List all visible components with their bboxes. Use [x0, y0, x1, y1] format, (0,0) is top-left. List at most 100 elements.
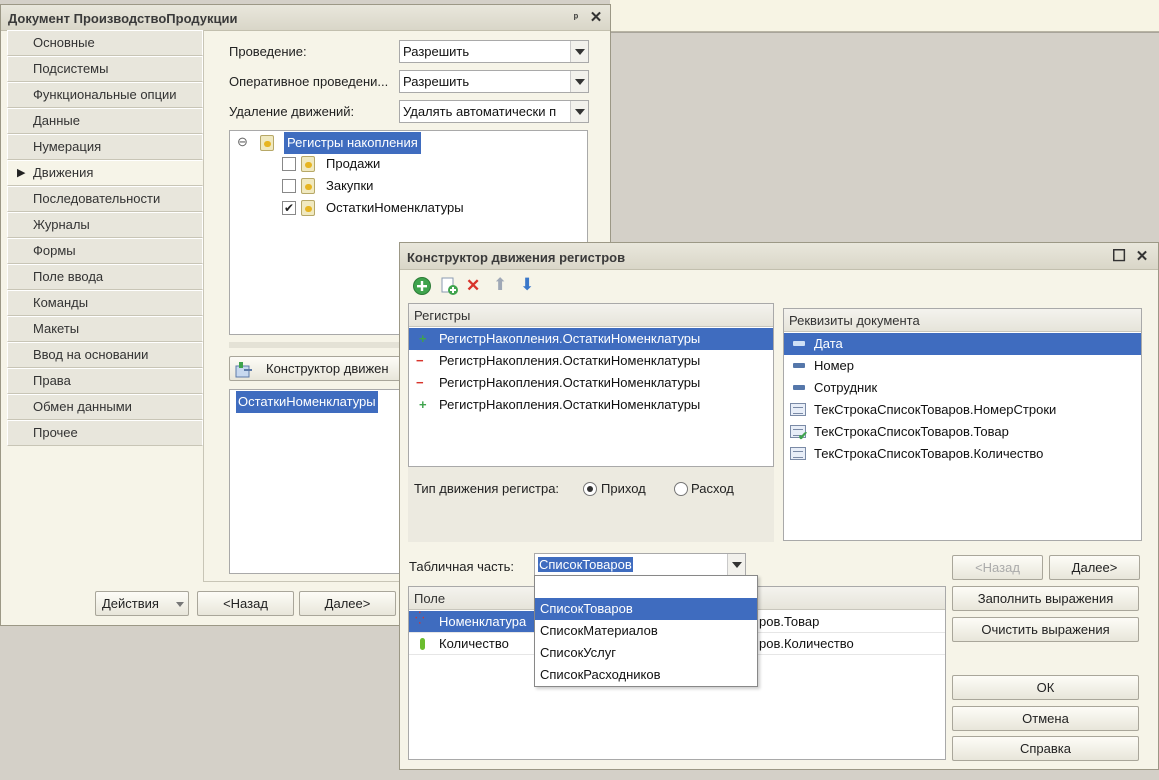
help-button[interactable]: Справка — [952, 736, 1139, 761]
movements-list-item[interactable]: ОстаткиНоменклатуры — [236, 391, 378, 413]
sidebar-item-posledovatelnosti[interactable]: Последовательности — [7, 186, 203, 212]
attribute-row[interactable]: ТекСтрокаСписокТоваров.НомерСтроки — [784, 399, 1141, 421]
ok-button[interactable]: ОК — [952, 675, 1139, 700]
splitter[interactable] — [229, 342, 404, 348]
collapse-icon[interactable]: ⊖ — [237, 134, 248, 150]
cancel-button[interactable]: Отмена — [952, 706, 1139, 731]
register-row[interactable]: + РегистрНакопления.ОстаткиНоменклатуры — [409, 394, 773, 416]
sidebar-item-pole-vvoda[interactable]: Поле ввода — [7, 264, 203, 290]
checkbox-ostatki[interactable]: ✔ — [282, 201, 296, 215]
sidebar-item-obmen-dannymi[interactable]: Обмен данными — [7, 394, 203, 420]
chevron-down-icon[interactable] — [570, 41, 588, 62]
fill-expressions-button[interactable]: Заполнить выражения — [952, 586, 1139, 611]
radio-expense[interactable] — [674, 482, 688, 496]
attribute-row[interactable]: ТекСтрокаСписокТоваров.Количество — [784, 443, 1141, 465]
field-name: Количество — [439, 636, 509, 651]
background-strip — [610, 0, 1159, 32]
sidebar-item-makety[interactable]: Макеты — [7, 316, 203, 342]
pin-icon[interactable]: ᵖ — [567, 9, 585, 27]
copy-add-icon[interactable] — [439, 276, 459, 296]
delete-movements-select[interactable]: Удалять автоматически п — [399, 100, 589, 123]
sidebar-item-label: Команды — [33, 295, 89, 310]
register-row-label: РегистрНакопления.ОстаткиНоменклатуры — [439, 331, 701, 346]
sidebar-item-numeraciya[interactable]: Нумерация — [7, 134, 203, 160]
dropdown-option[interactable]: СписокРасходников — [535, 664, 757, 686]
tree-item-prodazhi[interactable]: Продажи — [326, 153, 380, 175]
constructor-button[interactable]: Конструктор движен — [229, 356, 401, 381]
attribute-icon — [793, 341, 805, 346]
dropdown-option[interactable]: СписокМатериалов — [535, 620, 757, 642]
dropdown-option[interactable]: СписокТоваров — [535, 598, 757, 620]
checkbox-prodazhi[interactable] — [282, 157, 296, 171]
sidebar-item-formy[interactable]: Формы — [7, 238, 203, 264]
document-attributes-header: Реквизиты документа — [784, 309, 1141, 332]
posting-label: Проведение: — [229, 44, 307, 59]
attribute-row[interactable]: ✔ ТекСтрокаСписокТоваров.Товар — [784, 421, 1141, 443]
background-divider — [610, 32, 1159, 33]
close-icon[interactable]: ✕ — [1133, 248, 1151, 266]
attribute-row[interactable]: Номер — [784, 355, 1141, 377]
sidebar-item-label: Прочее — [33, 425, 78, 440]
realtime-posting-select[interactable]: Разрешить — [399, 70, 589, 93]
chevron-down-icon[interactable] — [727, 554, 745, 575]
attribute-row-label: Номер — [814, 358, 855, 373]
dropdown-option[interactable]: СписокУслуг — [535, 642, 757, 664]
next-button[interactable]: Далее> — [299, 591, 396, 616]
tree-item-ostatki[interactable]: ОстаткиНоменклатуры — [326, 197, 464, 219]
sidebar-item-osnovnye[interactable]: Основные — [7, 30, 203, 56]
move-up-icon[interactable]: ⬆ — [493, 275, 507, 295]
attribute-row[interactable]: Сотрудник — [784, 377, 1141, 399]
move-down-icon[interactable]: ⬇ — [520, 275, 534, 295]
sidebar-item-funkcionalnye-opcii[interactable]: Функциональные опции — [7, 82, 203, 108]
income-icon: + — [419, 331, 427, 346]
document-attributes-table: Реквизиты документа Дата Номер Сотрудник… — [783, 308, 1142, 541]
constructor-titlebar: Конструктор движения регистров ☐ ✕ — [400, 243, 1158, 270]
tabular-part-select[interactable]: СписокТоваров — [534, 553, 746, 576]
delete-movements-label: Удаление движений: — [229, 104, 355, 119]
tree-item-zakupki[interactable]: Закупки — [326, 175, 373, 197]
chevron-down-icon[interactable] — [570, 101, 588, 122]
dialog-back-button[interactable]: <Назад — [952, 555, 1043, 580]
radio-income-label[interactable]: Приход — [601, 481, 646, 496]
maximize-icon[interactable]: ☐ — [1110, 248, 1128, 266]
sidebar-item-prava[interactable]: Права — [7, 368, 203, 394]
attribute-row-label: ТекСтрокаСписокТоваров.Товар — [814, 424, 1009, 439]
register-icon — [301, 156, 315, 172]
sidebar-item-zhurnaly[interactable]: Журналы — [7, 212, 203, 238]
sidebar-item-dannye[interactable]: Данные — [7, 108, 203, 134]
checkbox-zakupki[interactable] — [282, 179, 296, 193]
register-row[interactable]: − РегистрНакопления.ОстаткиНоменклатуры — [409, 350, 773, 372]
tabular-part-label: Табличная часть: — [409, 559, 514, 574]
delete-icon[interactable]: ✕ — [466, 276, 480, 296]
sidebar-item-dvizheniya[interactable]: ▶ Движения — [7, 160, 203, 186]
field-expression: ров.Товар — [759, 614, 820, 629]
close-icon[interactable]: ✕ — [587, 9, 605, 27]
actions-button[interactable]: Действия — [95, 591, 189, 616]
dialog-next-button[interactable]: Далее> — [1049, 555, 1140, 580]
sidebar-item-label: Движения — [33, 165, 94, 180]
document-title: Документ ПроизводствоПродукции — [8, 11, 238, 26]
posting-select[interactable]: Разрешить — [399, 40, 589, 63]
register-row[interactable]: + РегистрНакопления.ОстаткиНоменклатуры — [409, 328, 773, 350]
sidebar-item-label: Поле ввода — [33, 269, 104, 284]
radio-expense-label[interactable]: Расход — [691, 481, 734, 496]
attribute-row[interactable]: Дата — [784, 333, 1141, 355]
delete-movements-value: Удалять автоматически п — [403, 104, 557, 119]
add-icon[interactable] — [412, 276, 432, 296]
attribute-icon — [793, 363, 805, 368]
sidebar-item-label: Журналы — [33, 217, 90, 232]
tree-root-label[interactable]: Регистры накопления — [284, 132, 421, 154]
tabular-part-dropdown: СписокТоваров СписокМатериалов СписокУсл… — [534, 575, 758, 687]
chevron-down-icon[interactable] — [570, 71, 588, 92]
posting-value: Разрешить — [403, 44, 470, 59]
sidebar-item-label: Нумерация — [33, 139, 102, 154]
clear-expressions-button[interactable]: Очистить выражения — [952, 617, 1139, 642]
attribute-row-label: ТекСтрокаСписокТоваров.Количество — [814, 446, 1044, 461]
radio-income[interactable] — [583, 482, 597, 496]
back-button[interactable]: <Назад — [197, 591, 294, 616]
sidebar-item-podsistemy[interactable]: Подсистемы — [7, 56, 203, 82]
sidebar-item-prochee[interactable]: Прочее — [7, 420, 203, 446]
sidebar-item-komandy[interactable]: Команды — [7, 290, 203, 316]
register-row[interactable]: − РегистрНакопления.ОстаткиНоменклатуры — [409, 372, 773, 394]
sidebar-item-vvod-na-osnovanii[interactable]: Ввод на основании — [7, 342, 203, 368]
